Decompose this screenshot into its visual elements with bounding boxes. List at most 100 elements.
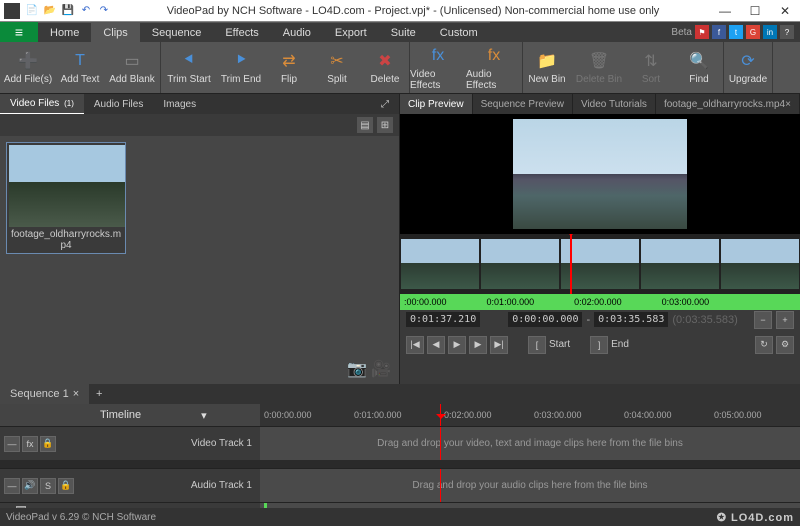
set-in-button[interactable]: [ bbox=[528, 336, 546, 354]
current-timecode[interactable]: 0:01:37.210 bbox=[406, 312, 480, 327]
delete-button[interactable]: ✖Delete bbox=[361, 42, 409, 93]
timeline-panel: Timeline▾ 0:00:00.000 0:01:00.000 0:02:0… bbox=[0, 404, 800, 520]
filmstrip-thumb bbox=[561, 239, 639, 289]
timeline-header: Timeline▾ 0:00:00.000 0:01:00.000 0:02:0… bbox=[0, 404, 800, 426]
settings-icon[interactable]: ⚙ bbox=[776, 336, 794, 354]
bin-tab-images[interactable]: Images bbox=[153, 94, 206, 114]
out-timecode[interactable]: 0:03:35.583 bbox=[594, 312, 668, 327]
goto-end-button[interactable]: ▶| bbox=[490, 336, 508, 354]
qat-new-icon[interactable]: 📄 bbox=[24, 3, 40, 19]
close-icon: × bbox=[785, 99, 791, 110]
play-button[interactable]: ▶ bbox=[448, 336, 466, 354]
step-fwd-button[interactable]: ▶ bbox=[469, 336, 487, 354]
in-timecode[interactable]: 0:00:00.000 bbox=[508, 312, 582, 327]
clip-filmstrip[interactable] bbox=[400, 234, 800, 294]
bin-view-list-icon[interactable]: ▤ bbox=[357, 117, 373, 133]
track-mute-button[interactable]: 🔊 bbox=[22, 478, 38, 494]
tab-home[interactable]: Home bbox=[38, 22, 91, 42]
flip-icon: ⇄ bbox=[278, 50, 300, 72]
loop-button[interactable]: ↻ bbox=[755, 336, 773, 354]
zoom-out-icon[interactable]: − bbox=[754, 311, 772, 329]
preview-viewport[interactable] bbox=[400, 114, 800, 234]
trim-end-button[interactable]: ⯈Trim End bbox=[217, 42, 265, 93]
video-track-lane[interactable]: Drag and drop your video, text and image… bbox=[260, 427, 800, 460]
add-blank-button[interactable]: ▭Add Blank bbox=[104, 42, 160, 93]
qat-save-icon[interactable]: 💾 bbox=[60, 3, 76, 19]
linkedin-icon[interactable]: in bbox=[763, 25, 777, 39]
tab-effects[interactable]: Effects bbox=[213, 22, 270, 42]
close-button[interactable]: ✕ bbox=[770, 0, 800, 22]
flip-button[interactable]: ⇄Flip bbox=[265, 42, 313, 93]
bin-view-grid-icon[interactable]: ⊞ bbox=[377, 117, 393, 133]
preview-tab-file[interactable]: footage_oldharryrocks.mp4 × bbox=[656, 94, 800, 114]
qat-undo-icon[interactable]: ↶ bbox=[78, 3, 94, 19]
ribbon-tabbar: ≡ Home Clips Sequence Effects Audio Expo… bbox=[0, 22, 800, 42]
track-lock-button[interactable]: 🔒 bbox=[40, 436, 56, 452]
video-effects-button[interactable]: fxVideo Effects bbox=[410, 42, 466, 93]
trim-start-button[interactable]: ⯇Trim Start bbox=[161, 42, 217, 93]
close-icon: × bbox=[73, 388, 79, 400]
bin-tabs: Video Files (1) Audio Files Images ⤢ bbox=[0, 94, 399, 114]
filmstrip-timecode-bar: :00:00.000 0:01:00.000 0:02:00.000 0:03:… bbox=[400, 294, 800, 310]
step-back-button[interactable]: ◀ bbox=[427, 336, 445, 354]
flag-icon[interactable]: ⚑ bbox=[695, 25, 709, 39]
track-collapse-button[interactable]: — bbox=[4, 478, 20, 494]
track-solo-button[interactable]: S bbox=[40, 478, 56, 494]
clip-item[interactable]: footage_oldharryrocks.mp4 bbox=[6, 142, 126, 254]
clip-thumbnail bbox=[9, 145, 125, 227]
camcorder-icon[interactable]: 🎥 bbox=[371, 360, 391, 378]
google-plus-icon[interactable]: G bbox=[746, 25, 760, 39]
audio-track-lane[interactable]: Drag and drop your audio clips here from… bbox=[260, 469, 800, 502]
help-icon[interactable]: ? bbox=[780, 25, 794, 39]
sequence-tabs: Sequence 1 × + bbox=[0, 384, 800, 404]
goto-start-button[interactable]: |◀ bbox=[406, 336, 424, 354]
bin-tab-video[interactable]: Video Files (1) bbox=[0, 94, 84, 114]
tab-export[interactable]: Export bbox=[323, 22, 379, 42]
timeline-mode-selector[interactable]: Timeline▾ bbox=[0, 404, 260, 426]
tab-clips[interactable]: Clips bbox=[91, 22, 139, 42]
set-out-button[interactable]: ] bbox=[590, 336, 608, 354]
twitter-icon[interactable]: t bbox=[729, 25, 743, 39]
facebook-icon[interactable]: f bbox=[712, 25, 726, 39]
snapshot-icon[interactable]: 📷 bbox=[347, 360, 367, 378]
minimize-button[interactable]: — bbox=[710, 0, 740, 22]
track-fx-button[interactable]: fx bbox=[22, 436, 38, 452]
track-lock-button[interactable]: 🔒 bbox=[58, 478, 74, 494]
delete-bin-icon: 🗑 bbox=[588, 50, 610, 72]
upgrade-button[interactable]: ⟳Upgrade bbox=[724, 42, 772, 93]
tab-custom[interactable]: Custom bbox=[428, 22, 490, 42]
bin-tab-audio[interactable]: Audio Files bbox=[84, 94, 153, 114]
filmstrip-playhead[interactable] bbox=[570, 234, 572, 294]
track-collapse-button[interactable]: — bbox=[4, 436, 20, 452]
add-sequence-button[interactable]: + bbox=[89, 384, 109, 404]
tab-suite[interactable]: Suite bbox=[379, 22, 428, 42]
preview-tab-sequence[interactable]: Sequence Preview bbox=[473, 94, 573, 114]
timeline-playhead[interactable] bbox=[440, 404, 441, 426]
split-button[interactable]: ✂Split bbox=[313, 42, 361, 93]
bin-content[interactable]: footage_oldharryrocks.mp4 📷 🎥 bbox=[0, 136, 399, 384]
sequence-tab[interactable]: Sequence 1 × bbox=[0, 384, 89, 404]
filmstrip-thumb bbox=[641, 239, 719, 289]
tab-sequence[interactable]: Sequence bbox=[140, 22, 214, 42]
app-menu-button[interactable]: ≡ bbox=[0, 22, 38, 42]
new-bin-button[interactable]: 📁New Bin bbox=[523, 42, 571, 93]
preview-frame bbox=[513, 119, 687, 229]
qat-redo-icon[interactable]: ↷ bbox=[96, 3, 112, 19]
audio-effects-button[interactable]: fxAudio Effects bbox=[466, 42, 522, 93]
add-file-s--button[interactable]: ➕Add File(s) bbox=[0, 42, 56, 93]
audio-track: — 🔊 S 🔒 Audio Track 1 Drag and drop your… bbox=[0, 468, 800, 502]
split-icon: ✂ bbox=[326, 50, 348, 72]
tab-audio[interactable]: Audio bbox=[271, 22, 323, 42]
zoom-in-icon[interactable]: + bbox=[776, 311, 794, 329]
preview-tab-clip[interactable]: Clip Preview bbox=[400, 94, 473, 114]
timeline-ruler[interactable]: 0:00:00.000 0:01:00.000 0:02:00.000 0:03… bbox=[260, 404, 800, 426]
bin-undock-icon[interactable]: ⤢ bbox=[371, 94, 399, 114]
add-text-button[interactable]: TAdd Text bbox=[56, 42, 104, 93]
find-button[interactable]: 🔍Find bbox=[675, 42, 723, 93]
beta-social-strip: Beta ⚑ f t G in ? bbox=[671, 22, 800, 42]
app-icon bbox=[4, 3, 20, 19]
maximize-button[interactable]: ☐ bbox=[740, 0, 770, 22]
qat-open-icon[interactable]: 📂 bbox=[42, 3, 58, 19]
preview-tab-tutorials[interactable]: Video Tutorials bbox=[573, 94, 656, 114]
status-bar: VideoPad v 6.29 © NCH Software ✪ LO4D.co… bbox=[0, 508, 800, 526]
